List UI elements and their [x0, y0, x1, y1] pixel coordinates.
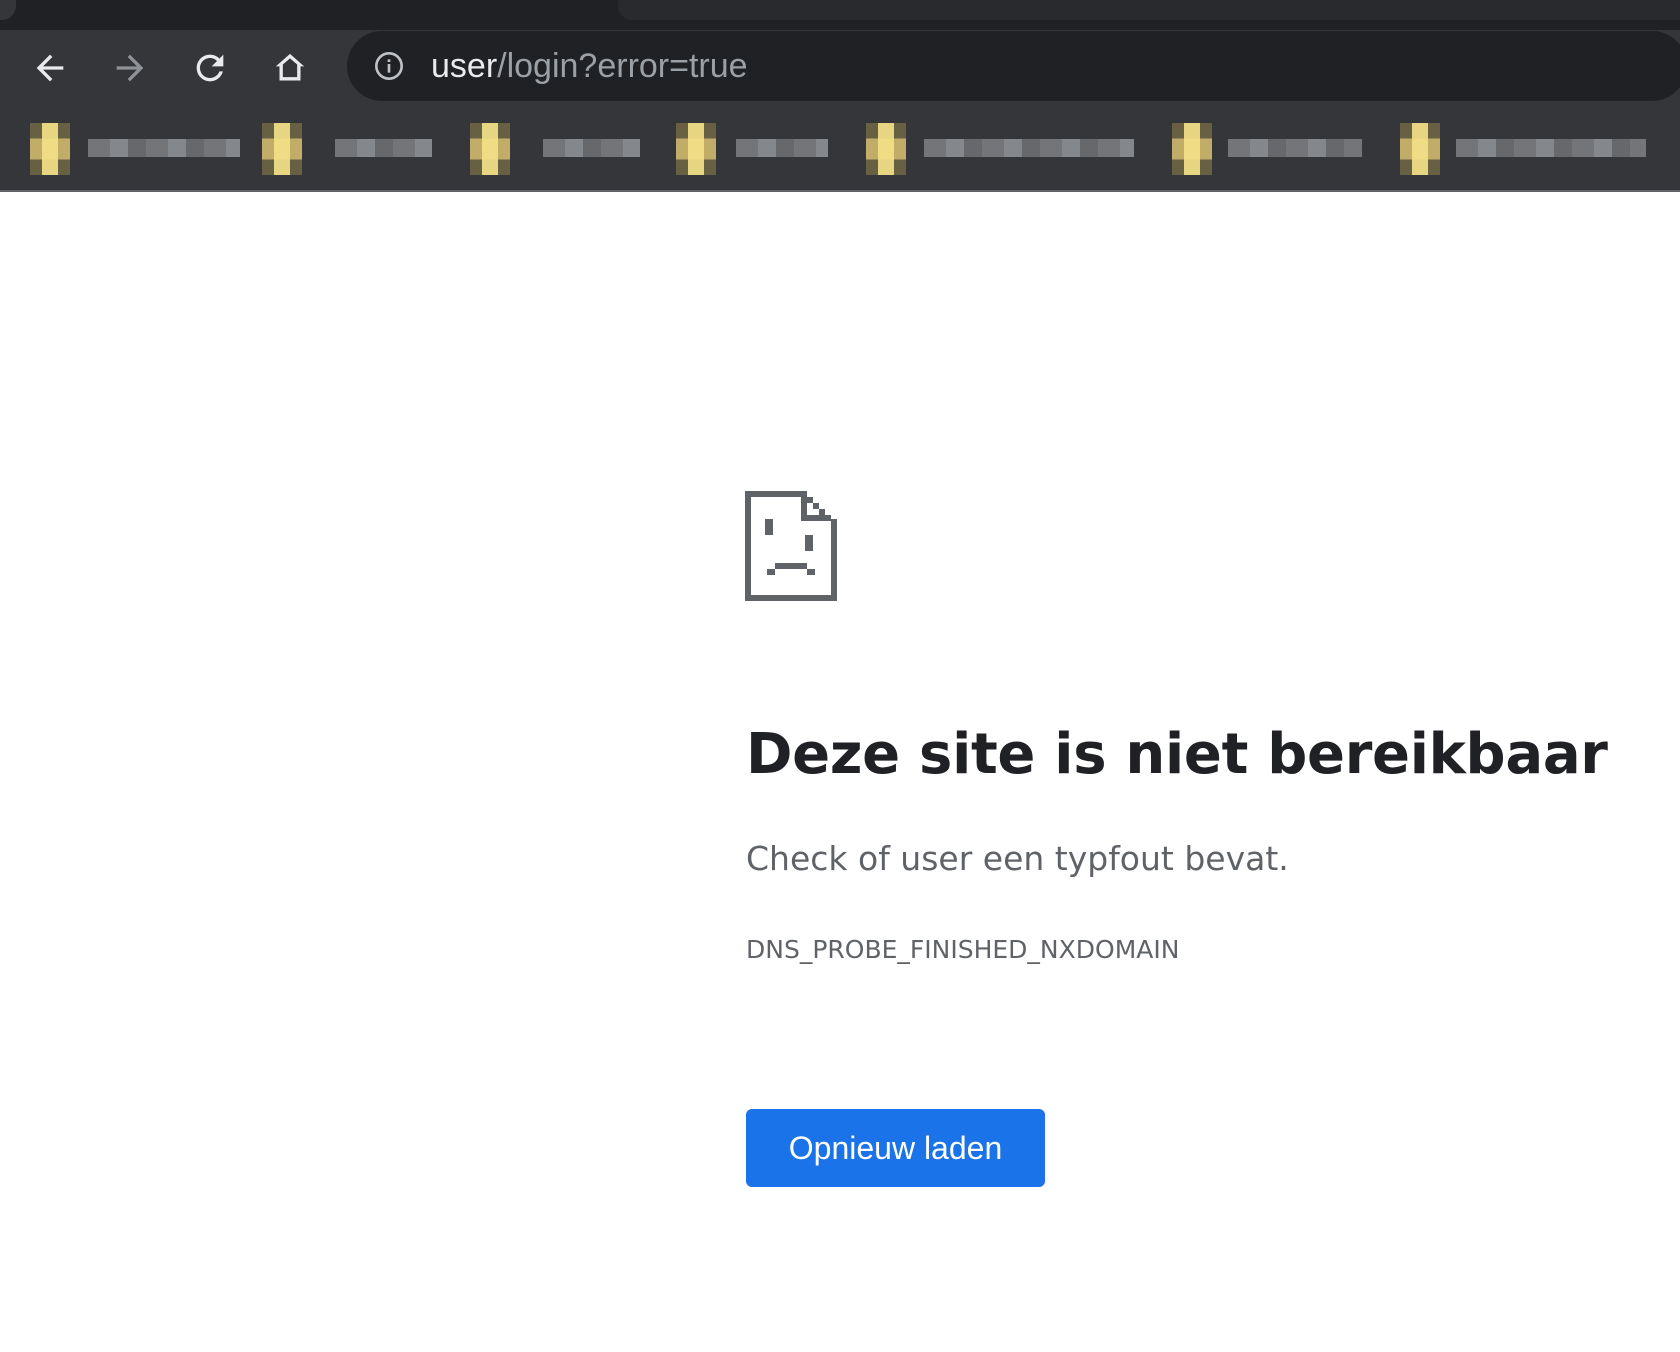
bookmark-favicon-icon	[676, 123, 716, 175]
bookmark-favicon-icon	[262, 123, 302, 175]
error-suggestion: Check of user een typfout bevat.	[746, 839, 1289, 878]
bookmark-item[interactable]	[866, 119, 1134, 177]
url-path: /login?error=true	[497, 47, 748, 85]
bookmark-item[interactable]	[470, 119, 640, 177]
page-title: Deze site is niet bereikbaar	[746, 722, 1608, 787]
bookmark-item[interactable]	[676, 119, 828, 177]
error-code: DNS_PROBE_FINISHED_NXDOMAIN	[746, 935, 1180, 964]
address-bar[interactable]: user/login?error=true	[347, 31, 1680, 101]
url-text[interactable]: user/login?error=true	[431, 43, 748, 89]
browser-toolbar: user/login?error=true	[0, 30, 1680, 106]
sad-document-icon	[745, 491, 837, 601]
bookmark-item[interactable]	[1172, 119, 1362, 177]
bookmark-item[interactable]	[262, 119, 432, 177]
error-page: Deze site is niet bereikbaar Check of us…	[0, 194, 1680, 1352]
bookmark-label-blurred	[736, 139, 828, 157]
bookmark-label-blurred	[924, 139, 1134, 157]
bookmark-label-blurred	[88, 139, 240, 157]
bookmark-label-blurred	[1228, 139, 1362, 157]
tab-strip-corner	[0, 0, 16, 20]
forward-arrow-icon	[116, 54, 144, 82]
url-host: user	[431, 47, 498, 85]
bookmarks-bar	[0, 106, 1680, 192]
info-icon[interactable]	[373, 50, 405, 82]
back-arrow-icon	[36, 54, 64, 82]
back-button[interactable]	[28, 46, 72, 90]
home-icon	[275, 53, 305, 81]
bookmark-favicon-icon	[30, 123, 70, 175]
bookmark-item[interactable]	[1400, 119, 1646, 177]
bookmark-label-blurred	[335, 139, 432, 157]
tab-strip	[0, 0, 1680, 30]
bookmark-label-blurred	[1456, 139, 1646, 157]
forward-button[interactable]	[108, 46, 152, 90]
reload-page-button[interactable]: Opnieuw laden	[746, 1109, 1045, 1187]
inactive-tab-area[interactable]	[618, 0, 1680, 20]
reload-icon	[196, 54, 224, 82]
bookmark-favicon-icon	[470, 123, 510, 175]
bookmark-item[interactable]	[30, 119, 240, 177]
bookmark-favicon-icon	[1172, 123, 1212, 175]
bookmark-label-blurred	[543, 139, 640, 157]
reload-button[interactable]	[188, 46, 232, 90]
bookmark-favicon-icon	[866, 123, 906, 175]
home-button[interactable]	[268, 46, 312, 90]
bookmark-favicon-icon	[1400, 123, 1440, 175]
